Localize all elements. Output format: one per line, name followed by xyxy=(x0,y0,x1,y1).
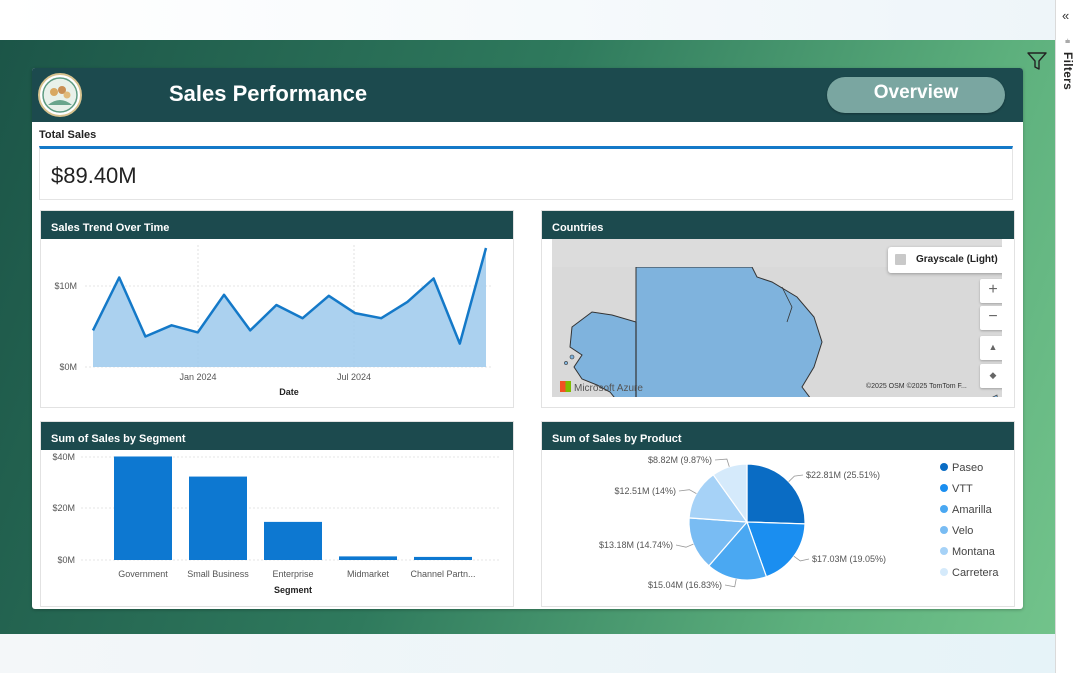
x-tick-label: Government xyxy=(118,569,168,579)
legend-label: Amarilla xyxy=(952,504,992,516)
sales-trend-visual[interactable]: Sales Trend Over Time $10M $0M Jan 2024 … xyxy=(40,210,514,408)
segment-bar-visual[interactable]: Sum of Sales by Segment $40M $20M $0M Se… xyxy=(40,421,514,607)
legend-label: Carretera xyxy=(952,567,999,579)
pie-leader-line xyxy=(793,555,810,562)
map-title: Countries xyxy=(542,211,1014,239)
pie-leader-line xyxy=(788,474,804,482)
legend-label: Velo xyxy=(952,525,974,537)
x-tick-label: Jan 2024 xyxy=(179,372,216,382)
microsoft-logo-icon xyxy=(560,381,571,392)
pie-leader-line xyxy=(724,578,737,588)
bottom-bar xyxy=(0,634,1055,673)
legend-item[interactable]: Amarilla xyxy=(940,504,998,525)
legend-dot-icon xyxy=(940,463,948,471)
legend-label: VTT xyxy=(952,483,973,495)
filter-icon[interactable] xyxy=(1026,50,1048,72)
north-america-map xyxy=(552,267,1002,397)
pie-legend: Paseo VTT Amarilla Velo Montana Carretera xyxy=(940,462,998,588)
top-bar xyxy=(0,0,1055,40)
map-attribution: ©2025 OSM ©2025 TomTom F... xyxy=(866,383,967,390)
pie-data-label: $12.51M (14%) xyxy=(614,486,676,496)
segment-bar[interactable] xyxy=(264,521,322,560)
segment-bar[interactable] xyxy=(189,476,247,560)
compass-button[interactable]: ◆ xyxy=(980,364,1002,388)
x-tick-label: Midmarket xyxy=(347,569,390,579)
legend-item[interactable]: Paseo xyxy=(940,462,998,483)
legend-label: Paseo xyxy=(952,462,984,474)
segment-bar-chart: $40M $20M $0M Segment Government Small Bu… xyxy=(52,452,501,595)
map-provider-label: Microsoft Azure xyxy=(574,383,643,394)
y-tick-label: $0M xyxy=(59,362,77,372)
x-tick-label: Channel Partn... xyxy=(410,569,475,579)
map-provider: Microsoft Azure xyxy=(560,381,643,394)
filter-pane-glyph-icon: ⩧ xyxy=(1065,36,1071,46)
legend-dot-icon xyxy=(940,484,948,492)
countries-map-visual[interactable]: Countries Grayscale (Light) + − ▲ ◆ Micr… xyxy=(541,210,1015,408)
pie-data-label: $8.82M (9.87%) xyxy=(648,455,712,465)
x-tick-label: Small Business xyxy=(187,569,249,579)
y-tick-label: $40M xyxy=(52,452,75,462)
report-header: Sales Performance Overview xyxy=(32,68,1023,122)
page-title: Sales Performance xyxy=(169,81,368,106)
legend-dot-icon xyxy=(940,547,948,555)
legend-item[interactable]: Carretera xyxy=(940,567,998,588)
total-sales-card[interactable]: $89.40M xyxy=(39,146,1013,200)
segment-bar[interactable] xyxy=(114,456,172,560)
pie-data-label: $13.18M (14.74%) xyxy=(599,540,673,550)
pie-leader-line xyxy=(714,458,730,467)
zoom-out-button[interactable]: − xyxy=(980,306,1002,330)
y-tick-label: $20M xyxy=(52,503,75,513)
pie-data-label: $15.04M (16.83%) xyxy=(648,580,722,590)
legend-label: Montana xyxy=(952,546,995,558)
trend-area xyxy=(93,248,486,367)
segment-title: Sum of Sales by Segment xyxy=(41,422,513,450)
segment-bar[interactable] xyxy=(339,556,397,560)
legend-item[interactable]: Velo xyxy=(940,525,998,546)
sales-trend-title: Sales Trend Over Time xyxy=(41,211,513,239)
zoom-in-button[interactable]: + xyxy=(980,279,1002,303)
collapse-pane-button[interactable]: « xyxy=(1062,8,1069,23)
pie-slice[interactable] xyxy=(746,463,806,525)
company-logo xyxy=(38,73,82,117)
pie-leader-line xyxy=(678,489,697,494)
segment-bar[interactable] xyxy=(414,556,472,560)
pie-data-label: $22.81M (25.51%) xyxy=(806,470,880,480)
map-style-swatch-icon xyxy=(895,254,906,265)
kpi-title: Total Sales xyxy=(39,129,97,141)
overview-button[interactable]: Overview xyxy=(827,77,1005,113)
product-title: Sum of Sales by Product xyxy=(542,422,1014,450)
pie-data-label: $17.03M (19.05%) xyxy=(812,554,886,564)
sales-trend-chart: $10M $0M Jan 2024 Jul 2024 Date xyxy=(54,245,493,397)
x-tick-label: Jul 2024 xyxy=(337,372,371,382)
tilt-button[interactable]: ▲ xyxy=(980,336,1002,360)
map-style-label: Grayscale (Light) xyxy=(916,254,998,265)
map-style-button[interactable]: Grayscale (Light) xyxy=(888,247,1002,273)
product-pie-visual[interactable]: Sum of Sales by Product $22.81M (25.51%)… xyxy=(541,421,1015,607)
legend-dot-icon xyxy=(940,568,948,576)
total-sales-value: $89.40M xyxy=(51,163,137,188)
y-tick-label: $10M xyxy=(54,281,77,291)
x-axis-title: Segment xyxy=(274,585,312,595)
legend-item[interactable]: VTT xyxy=(940,483,998,504)
map-area[interactable]: Grayscale (Light) + − ▲ ◆ Microsoft Azur… xyxy=(552,239,1002,397)
x-axis-title: Date xyxy=(279,387,299,397)
pie-leader-line xyxy=(675,543,694,548)
legend-item[interactable]: Montana xyxy=(940,546,998,567)
x-tick-label: Enterprise xyxy=(272,569,313,579)
filters-pane xyxy=(1055,0,1080,673)
report-page: Sales Performance Overview Total Sales $… xyxy=(32,68,1023,609)
filters-pane-label[interactable]: Filters xyxy=(1061,52,1075,90)
legend-dot-icon xyxy=(940,505,948,513)
legend-dot-icon xyxy=(940,526,948,534)
y-tick-label: $0M xyxy=(57,555,75,565)
